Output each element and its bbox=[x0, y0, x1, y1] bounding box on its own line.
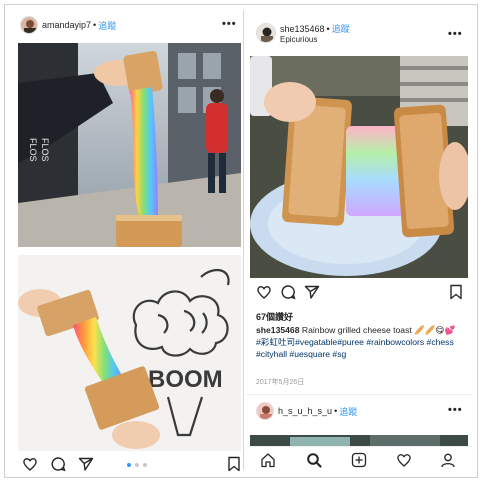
new-post-icon[interactable] bbox=[351, 452, 367, 468]
profile-icon[interactable] bbox=[440, 452, 456, 468]
avatar[interactable] bbox=[20, 16, 38, 34]
follow-button[interactable]: 追蹤 bbox=[332, 22, 350, 35]
post-photo[interactable] bbox=[250, 56, 468, 278]
heart-icon[interactable] bbox=[256, 284, 272, 300]
likes-count[interactable]: 67個讚好 bbox=[256, 310, 293, 323]
separator-dot: • bbox=[334, 406, 338, 416]
share-icon[interactable] bbox=[78, 456, 94, 472]
post-actions bbox=[22, 456, 244, 474]
username[interactable]: she135468 bbox=[280, 24, 325, 34]
comment-icon[interactable] bbox=[50, 456, 66, 472]
follow-button[interactable]: 追蹤 bbox=[98, 19, 116, 32]
bookmark-icon[interactable] bbox=[226, 456, 242, 472]
follow-button[interactable]: 追蹤 bbox=[339, 405, 357, 418]
post-caption: she135468 Rainbow grilled cheese toast 🥖… bbox=[256, 324, 468, 360]
bookmark-icon[interactable] bbox=[448, 284, 464, 300]
caption-text: Rainbow grilled cheese toast bbox=[301, 325, 412, 335]
next-post-photo[interactable] bbox=[250, 434, 468, 446]
avatar[interactable] bbox=[256, 23, 276, 43]
store-sign-text: FLOS bbox=[28, 138, 38, 162]
search-icon[interactable] bbox=[306, 452, 322, 468]
avatar[interactable] bbox=[256, 402, 274, 420]
home-icon[interactable] bbox=[260, 452, 276, 468]
more-options-icon[interactable]: ••• bbox=[448, 404, 463, 416]
wall-text: BOOM bbox=[148, 366, 223, 393]
hashtags[interactable]: #彩虹吐司#vegatable#puree #rainbowcolors #ch… bbox=[256, 337, 454, 347]
next-post-header: h_s_u_h_s_u • 追蹤 bbox=[256, 400, 357, 422]
more-options-icon[interactable]: ••• bbox=[448, 28, 463, 40]
post-header: she135468 • 追蹤 Epicurious bbox=[256, 22, 350, 44]
post-header: amandayip7 • 追蹤 bbox=[20, 14, 116, 36]
username[interactable]: amandayip7 bbox=[42, 20, 91, 30]
post-date: 2017年5月26日 bbox=[256, 379, 305, 386]
comment-icon[interactable] bbox=[280, 284, 296, 300]
right-post: she135468 • 追蹤 Epicurious ••• 67個讚好 she1… bbox=[246, 10, 472, 471]
divider bbox=[246, 394, 472, 395]
caption-emoji: 🥖🥖😋💕 bbox=[414, 325, 456, 335]
post-photo-1[interactable]: FLOS FLOS bbox=[18, 43, 241, 247]
carousel-dots bbox=[127, 463, 147, 467]
separator-dot: • bbox=[93, 20, 97, 30]
post-photo-2[interactable]: BOOM bbox=[18, 255, 241, 451]
bottom-tab-bar bbox=[246, 446, 472, 471]
activity-icon[interactable] bbox=[396, 452, 412, 468]
separator-dot: • bbox=[326, 23, 330, 34]
header-text: she135468 • 追蹤 Epicurious bbox=[280, 22, 350, 45]
hashtags[interactable]: #cityhall #uesquare #sg bbox=[256, 349, 346, 359]
panel-divider bbox=[243, 10, 244, 470]
location-label[interactable]: Epicurious bbox=[280, 35, 350, 44]
store-sign-text: FLOS bbox=[40, 138, 50, 162]
username[interactable]: h_s_u_h_s_u bbox=[278, 406, 332, 416]
more-options-icon[interactable]: ••• bbox=[222, 18, 237, 30]
caption-username[interactable]: she135468 bbox=[256, 325, 300, 335]
share-icon[interactable] bbox=[304, 284, 320, 300]
heart-icon[interactable] bbox=[22, 456, 38, 472]
left-post: amandayip7 • 追蹤 ••• FLOS FLOS BOOM bbox=[10, 10, 241, 472]
